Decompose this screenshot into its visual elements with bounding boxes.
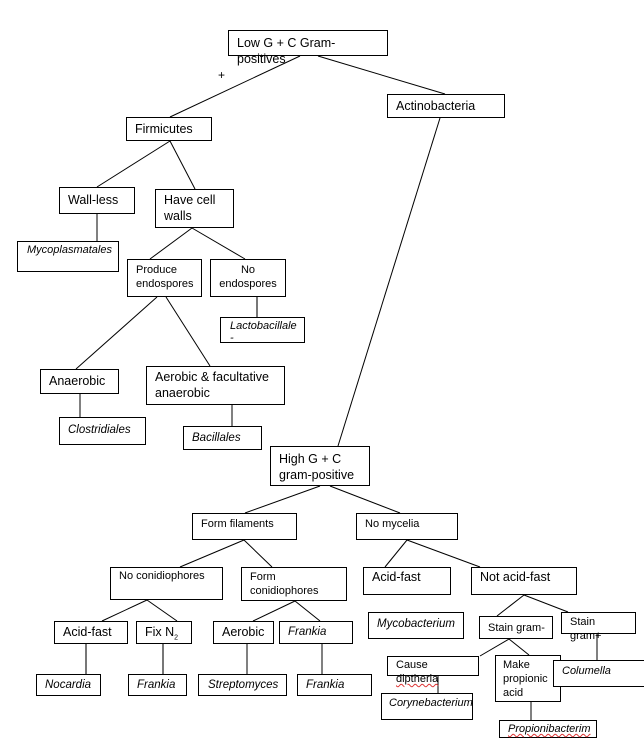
node-lactobacillales: Lactobacillale - — [220, 317, 305, 344]
taxonomy-diagram: + Low G + C Gram-positives Actinobacteri… — [0, 0, 644, 750]
node-no-conidiophores: No conidiophores — [110, 567, 223, 600]
node-actinobacteria: Actinobacteria — [387, 94, 505, 118]
edge-label-plus: + — [218, 68, 226, 82]
node-root: Low G + C Gram-positives — [228, 30, 388, 66]
node-propionibacterim: Propionibacterim — [499, 720, 597, 738]
node-fix-n2: Fix N2 — [136, 621, 192, 644]
node-nocardia: Nocardia — [36, 674, 101, 696]
node-columella: Columella — [553, 660, 644, 687]
fix-n2-subscript: 2 — [174, 634, 179, 642]
node-firmicutes: Firmicutes — [126, 117, 212, 141]
node-no-mycelia: No mycelia — [356, 513, 458, 540]
node-aerobic-facultative: Aerobic & facultative anaerobic — [146, 366, 285, 405]
node-wall-less: Wall-less — [59, 187, 135, 214]
node-stain-gram-positive: Stain gram+ — [561, 612, 636, 642]
node-produce-endospores: Produce endospores — [127, 259, 202, 297]
node-mycoplasmatales: Mycoplasmatales — [17, 241, 119, 272]
node-anaerobic: Anaerobic — [40, 369, 119, 394]
cause-diptheria-prefix: Cause — [396, 659, 428, 671]
node-no-endospores: No endospores — [210, 259, 286, 297]
node-acid-fast-left: Acid-fast — [54, 621, 128, 644]
node-frankia-2: Frankia — [297, 674, 372, 696]
node-bacillales: Bacillales — [183, 426, 262, 450]
node-high-gc: High G + C gram-positive — [270, 446, 370, 486]
node-make-propionic-acid: Make propionic acid — [495, 655, 561, 702]
node-not-acid-fast: Not acid-fast — [471, 567, 577, 595]
node-frankia-mid: Frankia — [279, 621, 353, 644]
node-form-conidiophores: Form conidiophores — [241, 567, 347, 601]
fix-n2-label: Fix N — [145, 625, 175, 639]
node-mycobacterium: Mycobacterium — [368, 612, 464, 639]
node-stain-gram-negative: Stain gram- — [479, 616, 553, 639]
propionibacterim-label: Propionibacterim — [508, 723, 591, 735]
cause-diptheria-word: diptheria — [396, 673, 439, 685]
node-acid-fast-right: Acid-fast — [363, 567, 451, 595]
node-corynebacterium: Corynebacterium — [381, 693, 473, 720]
node-clostridiales: Clostridiales — [59, 417, 146, 445]
node-aerobic: Aerobic — [213, 621, 274, 644]
node-have-cell-walls: Have cell walls — [155, 189, 234, 228]
node-form-filaments: Form filaments — [192, 513, 297, 540]
node-streptomyces: Streptomyces — [198, 674, 287, 696]
node-frankia-1: Frankia — [128, 674, 187, 696]
node-cause-diptheria: Cause diptheria — [387, 656, 479, 685]
